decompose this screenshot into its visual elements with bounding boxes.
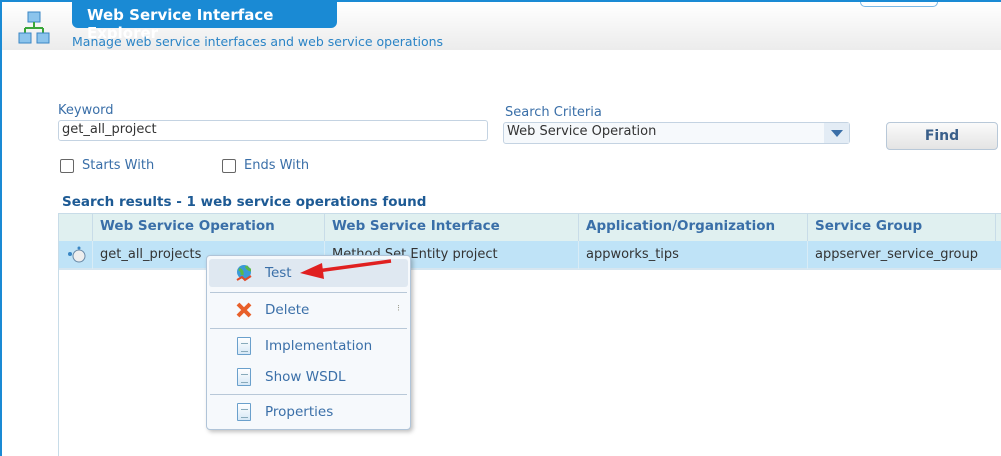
column-header-application[interactable]: Application/Organization [578, 214, 807, 241]
search-criteria-value: Web Service Operation [507, 124, 657, 139]
menu-separator [210, 328, 407, 329]
ends-with-checkbox[interactable]: Ends With [222, 158, 309, 173]
menu-item-show-wsdl[interactable]: Show WSDL [209, 363, 408, 391]
menu-item-implementation[interactable]: Implementation [209, 332, 408, 360]
column-header-interface[interactable]: Web Service Interface [324, 214, 579, 241]
menu-item-delete[interactable]: Delete ⁝ [209, 296, 408, 324]
ends-with-label: Ends With [244, 158, 310, 173]
column-header-extra [995, 214, 1001, 241]
menu-item-label: Test [265, 265, 292, 281]
page-header: Web Service Interface Explorer Manage we… [2, 2, 1001, 50]
results-grid: Web Service Operation Web Service Interf… [58, 213, 1001, 456]
cell-application: appworks_tips [578, 241, 807, 269]
submenu-arrow-icon: ⁝ [397, 304, 400, 314]
column-header-service-group[interactable]: Service Group [807, 214, 995, 241]
menu-item-label: Delete [265, 302, 310, 318]
chevron-down-icon[interactable] [824, 123, 849, 143]
cell-service-group: appserver_service_group [807, 241, 1001, 269]
checkbox-box[interactable] [222, 158, 236, 173]
menu-separator [210, 394, 407, 395]
document-icon [235, 403, 253, 421]
menu-item-properties[interactable]: Properties [209, 398, 408, 426]
results-title: Search results - 1 web service operation… [62, 194, 427, 210]
find-button[interactable]: Find [886, 122, 998, 150]
menu-separator [210, 292, 407, 293]
keyword-input[interactable]: get_all_project [58, 120, 488, 141]
network-hierarchy-icon [18, 11, 50, 44]
starts-with-label: Starts With [82, 158, 155, 173]
starts-with-checkbox[interactable]: Starts With [60, 158, 154, 173]
keyword-label: Keyword [58, 103, 114, 118]
menu-item-label: Show WSDL [265, 369, 346, 385]
web-service-operation-icon [59, 241, 92, 269]
page-subtitle: Manage web service interfaces and web se… [72, 34, 444, 49]
top-toggle-button[interactable] [860, 2, 938, 7]
menu-item-label: Properties [265, 404, 334, 420]
checkbox-box[interactable] [60, 158, 74, 173]
delete-x-icon [235, 301, 253, 319]
search-criteria-select[interactable]: Web Service Operation [503, 122, 850, 144]
globe-test-icon [235, 264, 253, 282]
column-header-operation[interactable]: Web Service Operation [92, 214, 325, 241]
document-icon [235, 337, 253, 355]
menu-item-label: Implementation [265, 338, 373, 354]
page-title: Web Service Interface Explorer [72, 2, 337, 42]
document-icon [235, 368, 253, 386]
search-criteria-label: Search Criteria [505, 105, 602, 120]
grid-header: Web Service Operation Web Service Interf… [59, 213, 1001, 241]
table-row[interactable]: get_all_projects Method Set Entity proje… [59, 241, 1001, 270]
annotation-arrow-icon [300, 259, 392, 279]
